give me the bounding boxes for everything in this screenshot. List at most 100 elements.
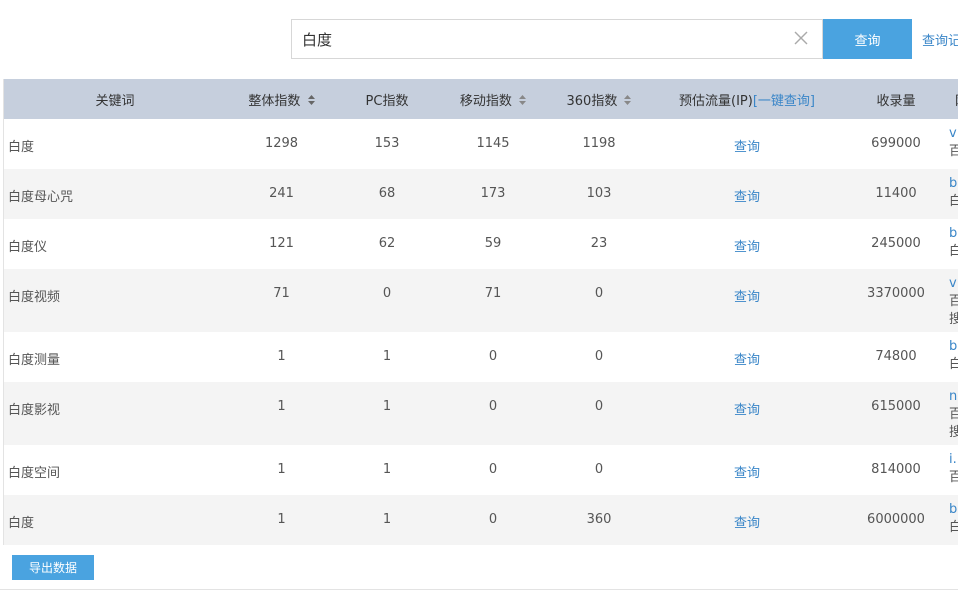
- cell-overall: 1: [277, 462, 286, 477]
- table-row: 白度 1298 153 1145 1198 查询 699000 v 百: [4, 119, 958, 169]
- cell-mobile: 0: [488, 349, 498, 364]
- cell-mobile: 0: [488, 512, 498, 527]
- site-link[interactable]: v: [949, 119, 958, 143]
- cell-keyword: 白度测量: [8, 353, 61, 368]
- table-row: 白度 1 1 0 360 查询 6000000 b 白: [4, 495, 958, 545]
- table-row: 白度影视 1 1 0 0 查询 615000 n 百 搜: [4, 382, 958, 445]
- cell-360: 0: [594, 349, 604, 364]
- site-title: 白: [949, 356, 958, 374]
- site-link[interactable]: b: [949, 332, 958, 356]
- cell-mobile: 1145: [476, 136, 510, 151]
- site-link[interactable]: b: [949, 219, 958, 243]
- sort-icon[interactable]: [519, 94, 527, 109]
- traffic-query-link[interactable]: 查询: [734, 240, 760, 255]
- bottom-divider: [0, 589, 958, 590]
- cell-pc: 0: [382, 286, 392, 301]
- close-icon[interactable]: [792, 29, 810, 47]
- column-header-pc: PC指数: [337, 79, 437, 119]
- site-title: 百: [949, 469, 958, 487]
- column-header-label: 整体指数: [248, 93, 301, 109]
- cell-overall: 1: [277, 399, 286, 414]
- cell-pc: 68: [378, 186, 396, 201]
- cell-site: b 白: [947, 169, 958, 219]
- cell-keyword: 白度仪: [8, 240, 48, 255]
- sort-icon[interactable]: [307, 94, 315, 109]
- site-title: 搜: [949, 311, 958, 329]
- page: 查询 查询记 关键词 整体指数: [0, 0, 958, 591]
- cell-traffic: 查询: [649, 382, 845, 445]
- traffic-query-link[interactable]: 查询: [734, 353, 760, 368]
- site-link[interactable]: b: [949, 495, 958, 519]
- table-row: 白度仪 121 62 59 23 查询 245000 b 白: [4, 219, 958, 269]
- table-row: 白度视频 71 0 71 0 查询 3370000 v 百 搜: [4, 269, 958, 332]
- cell-traffic: 查询: [649, 219, 845, 269]
- cell-site: b 白: [947, 495, 958, 545]
- site-link[interactable]: b: [949, 169, 958, 193]
- cell-keyword: 白度: [8, 516, 35, 531]
- cell-traffic: 查询: [649, 495, 845, 545]
- column-header-label: PC指数: [365, 93, 409, 109]
- site-title: 白: [949, 519, 958, 537]
- site-link[interactable]: i.: [949, 445, 958, 469]
- cell-overall: 121: [269, 236, 294, 251]
- column-header-site: 网: [947, 79, 958, 119]
- cell-keyword: 白度视频: [8, 290, 61, 305]
- cell-pc: 1: [382, 399, 392, 414]
- cell-360: 1198: [582, 136, 616, 151]
- column-header-label: 360指数: [566, 93, 618, 109]
- traffic-query-link[interactable]: 查询: [734, 516, 760, 531]
- column-header-mobile[interactable]: 移动指数: [437, 79, 549, 119]
- column-header-keyword: 关键词: [4, 79, 226, 119]
- sort-icon[interactable]: [624, 94, 632, 109]
- cell-pc: 1: [382, 462, 392, 477]
- column-header-360[interactable]: 360指数: [549, 79, 649, 119]
- search-button[interactable]: 查询: [823, 19, 912, 59]
- cell-mobile: 173: [480, 186, 506, 201]
- site-title: 百: [949, 406, 958, 424]
- cell-indexed: 615000: [871, 399, 921, 414]
- site-link[interactable]: n: [949, 382, 958, 406]
- traffic-query-link[interactable]: 查询: [734, 466, 760, 481]
- column-header-traffic: 预估流量(IP)[一键查询]: [649, 79, 845, 119]
- site-link[interactable]: v: [949, 269, 958, 293]
- column-header-label: 预估流量(IP): [679, 93, 753, 109]
- cell-keyword: 白度母心咒: [8, 190, 74, 205]
- column-header-indexed: 收录量: [845, 79, 947, 119]
- column-header-label: 移动指数: [459, 93, 512, 109]
- cell-overall: 1298: [264, 136, 299, 151]
- column-header-overall[interactable]: 整体指数: [226, 79, 337, 119]
- cell-360: 0: [594, 462, 604, 477]
- cell-traffic: 查询: [649, 332, 845, 382]
- export-data-button[interactable]: 导出数据: [12, 555, 94, 580]
- traffic-query-link[interactable]: 查询: [734, 190, 760, 205]
- cell-indexed: 6000000: [867, 512, 925, 527]
- site-title: 白: [949, 193, 958, 211]
- query-history-link[interactable]: 查询记: [922, 30, 958, 49]
- site-title: 搜: [949, 424, 958, 442]
- cell-pc: 153: [374, 136, 400, 151]
- cell-indexed: 3370000: [867, 286, 925, 301]
- search-input[interactable]: [292, 20, 782, 58]
- traffic-query-link[interactable]: 查询: [734, 403, 760, 418]
- table-header-row: 关键词 整体指数 PC指数 移动指数 360指数 预估流量(IP)[一键查询] …: [4, 79, 958, 119]
- cell-360: 360: [586, 512, 612, 527]
- cell-mobile: 0: [488, 462, 498, 477]
- cell-site: i. 百: [947, 445, 958, 495]
- cell-mobile: 59: [484, 236, 502, 251]
- cell-overall: 1: [277, 349, 286, 364]
- cell-traffic: 查询: [649, 119, 845, 169]
- cell-360: 0: [594, 399, 604, 414]
- bulk-query-link[interactable]: [一键查询]: [753, 94, 815, 109]
- site-title: 百: [949, 293, 958, 311]
- traffic-query-link[interactable]: 查询: [734, 290, 760, 305]
- cell-pc: 1: [382, 512, 392, 527]
- cell-360: 23: [590, 236, 608, 251]
- cell-traffic: 查询: [649, 269, 845, 332]
- cell-mobile: 71: [484, 286, 502, 301]
- site-title: 百: [949, 143, 958, 161]
- search-box: [291, 19, 823, 59]
- column-header-label: 收录量: [876, 93, 916, 109]
- cell-indexed: 699000: [871, 136, 921, 151]
- cell-traffic: 查询: [649, 445, 845, 495]
- traffic-query-link[interactable]: 查询: [734, 140, 760, 155]
